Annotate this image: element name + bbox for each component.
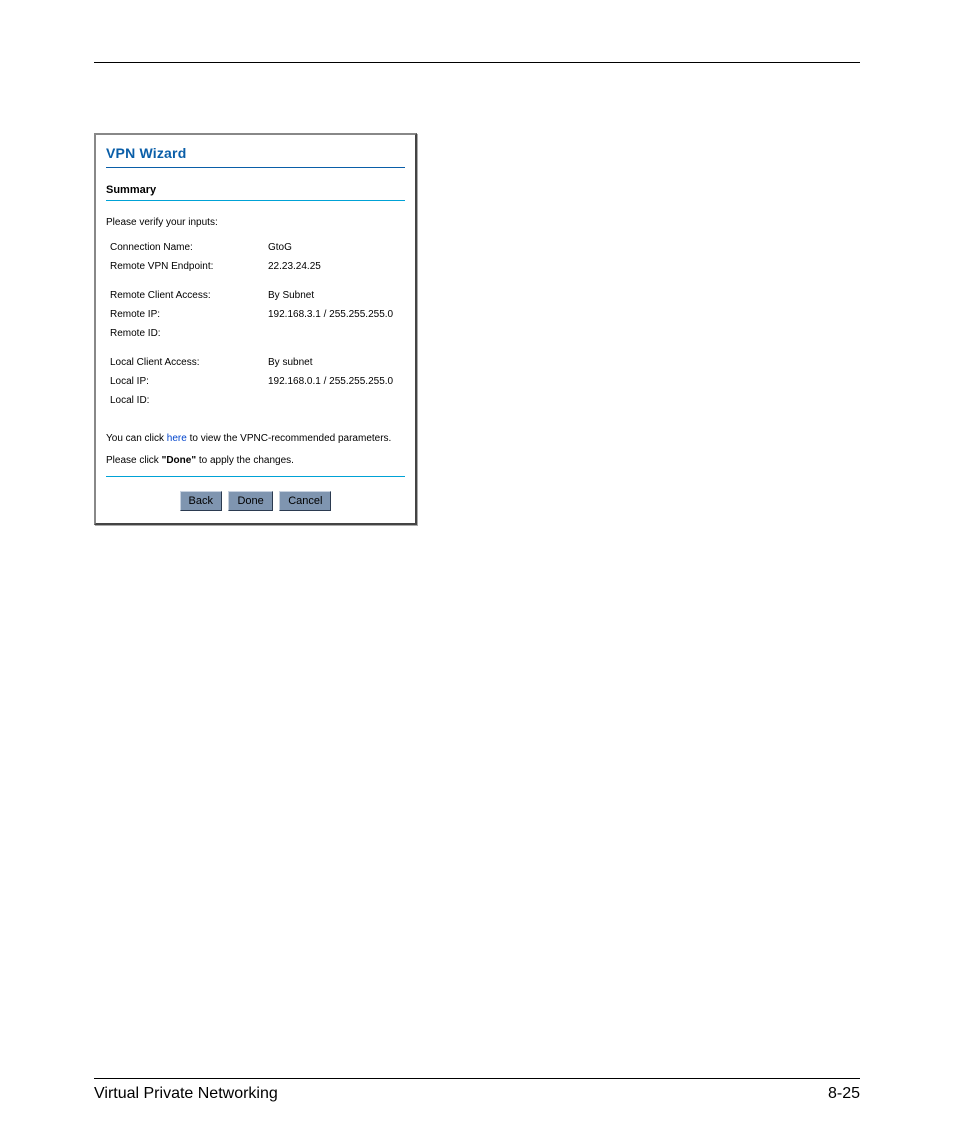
label: Connection Name: (110, 242, 268, 253)
label: Remote IP: (110, 309, 268, 320)
top-rule (94, 62, 860, 63)
row-remote-ip: Remote IP: 192.168.3.1 / 255.255.255.0 (110, 305, 407, 324)
value: 192.168.0.1 / 255.255.255.0 (268, 376, 407, 387)
back-button[interactable]: Back (180, 491, 222, 511)
label: Local IP: (110, 376, 268, 387)
value (268, 328, 407, 339)
label: Local ID: (110, 395, 268, 406)
row-remote-endpoint: Remote VPN Endpoint: 22.23.24.25 (110, 257, 407, 276)
vpnc-link[interactable]: here (167, 433, 187, 444)
verify-text: Please verify your inputs: (104, 201, 407, 234)
value (268, 395, 407, 406)
row-connection-name: Connection Name: GtoG (110, 238, 407, 257)
button-row: Back Done Cancel (104, 477, 407, 513)
row-remote-access: Remote Client Access: By Subnet (110, 286, 407, 305)
row-remote-id: Remote ID: (110, 324, 407, 343)
footer-rule (94, 1078, 860, 1079)
summary-group-local: Local Client Access: By subnet Local IP:… (104, 349, 407, 410)
label: Remote VPN Endpoint: (110, 261, 268, 272)
done-button[interactable]: Done (228, 491, 272, 511)
apply-bold: "Done" (162, 455, 196, 466)
value: 22.23.24.25 (268, 261, 407, 272)
vpn-wizard-dialog: VPN Wizard Summary Please verify your in… (94, 133, 417, 525)
vpnc-note: You can click here to view the VPNC-reco… (104, 426, 407, 448)
value: GtoG (268, 242, 407, 253)
value: 192.168.3.1 / 255.255.255.0 (268, 309, 407, 320)
label: Remote ID: (110, 328, 268, 339)
wizard-title: VPN Wizard (104, 145, 407, 167)
apply-post: to apply the changes. (196, 455, 294, 466)
summary-group-remote: Remote Client Access: By Subnet Remote I… (104, 282, 407, 343)
summary-group-connection: Connection Name: GtoG Remote VPN Endpoin… (104, 234, 407, 276)
footer-right: 8-25 (828, 1085, 860, 1103)
note-pre: You can click (106, 433, 167, 444)
page-footer: Virtual Private Networking 8-25 (94, 1078, 860, 1103)
label: Local Client Access: (110, 357, 268, 368)
section-title: Summary (104, 168, 407, 200)
apply-note: Please click "Done" to apply the changes… (104, 448, 407, 470)
apply-pre: Please click (106, 455, 162, 466)
cancel-button[interactable]: Cancel (279, 491, 331, 511)
footer-left: Virtual Private Networking (94, 1085, 278, 1103)
value: By subnet (268, 357, 407, 368)
value: By Subnet (268, 290, 407, 301)
row-local-id: Local ID: (110, 391, 407, 410)
row-local-ip: Local IP: 192.168.0.1 / 255.255.255.0 (110, 372, 407, 391)
row-local-access: Local Client Access: By subnet (110, 353, 407, 372)
note-post: to view the VPNC-recommended parameters. (187, 433, 392, 444)
label: Remote Client Access: (110, 290, 268, 301)
